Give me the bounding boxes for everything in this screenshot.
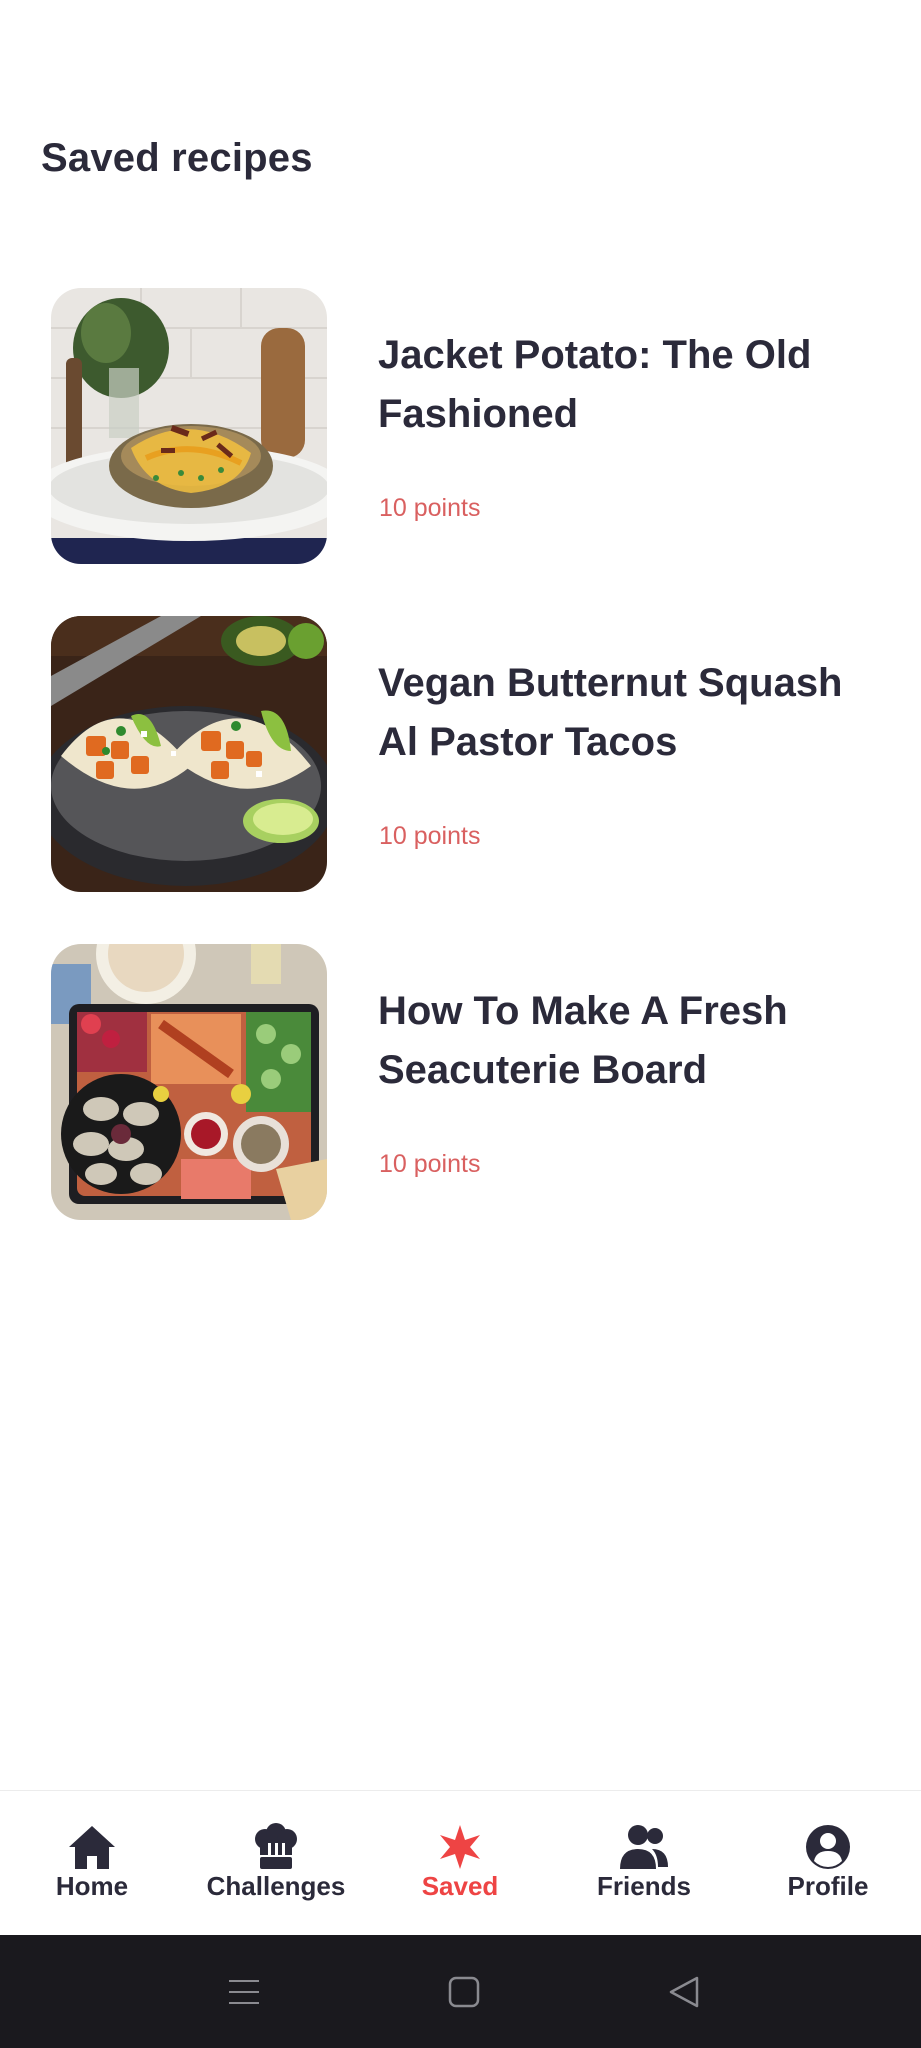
tab-home[interactable]: Home [0, 1791, 184, 1936]
chef-hat-icon [250, 1823, 302, 1871]
tab-friends[interactable]: Friends [552, 1791, 736, 1936]
system-navigation-bar [0, 1935, 921, 2048]
tab-profile[interactable]: Profile [736, 1791, 920, 1936]
recipe-list: Jacket Potato: The Old Fashioned 10 poin… [0, 288, 921, 1272]
recipe-points: 10 points [379, 494, 481, 522]
saved-recipes-screen: Saved recipes Jacket Potato: The Old Fas… [0, 0, 921, 2048]
recents-icon[interactable] [194, 1935, 294, 2048]
home-square-icon[interactable] [414, 1935, 514, 2048]
tab-label: Saved [421, 1871, 499, 1901]
tab-label: Profile [787, 1871, 869, 1901]
recipe-points: 10 points [379, 822, 481, 850]
recipe-title[interactable]: Vegan Butternut Squash Al Pastor Tacos [378, 654, 878, 772]
back-triangle-icon[interactable] [634, 1935, 734, 2048]
star-icon [434, 1823, 486, 1871]
recipe-points: 10 points [379, 1150, 481, 1178]
recipe-thumbnail[interactable] [51, 288, 327, 564]
recipe-card[interactable]: Jacket Potato: The Old Fashioned 10 poin… [0, 288, 921, 616]
tab-label: Challenges [206, 1871, 346, 1901]
recipe-title[interactable]: How To Make A Fresh Seacuterie Board [378, 982, 878, 1100]
friends-icon [618, 1823, 670, 1871]
recipe-thumbnail[interactable] [51, 616, 327, 892]
recipe-card[interactable]: How To Make A Fresh Seacuterie Board 10 … [0, 944, 921, 1272]
bottom-tab-bar: Home Challenges Saved Friends Profile [0, 1790, 921, 1936]
recipe-title[interactable]: Jacket Potato: The Old Fashioned [378, 326, 878, 444]
recipe-thumbnail[interactable] [51, 944, 327, 1220]
tab-label: Home [55, 1871, 129, 1901]
tab-label: Friends [597, 1871, 691, 1901]
profile-icon [802, 1823, 854, 1871]
page-title: Saved recipes [41, 136, 313, 180]
home-icon [66, 1823, 118, 1871]
recipe-card[interactable]: Vegan Butternut Squash Al Pastor Tacos 1… [0, 616, 921, 944]
tab-challenges[interactable]: Challenges [184, 1791, 368, 1936]
tab-saved[interactable]: Saved [368, 1791, 552, 1936]
